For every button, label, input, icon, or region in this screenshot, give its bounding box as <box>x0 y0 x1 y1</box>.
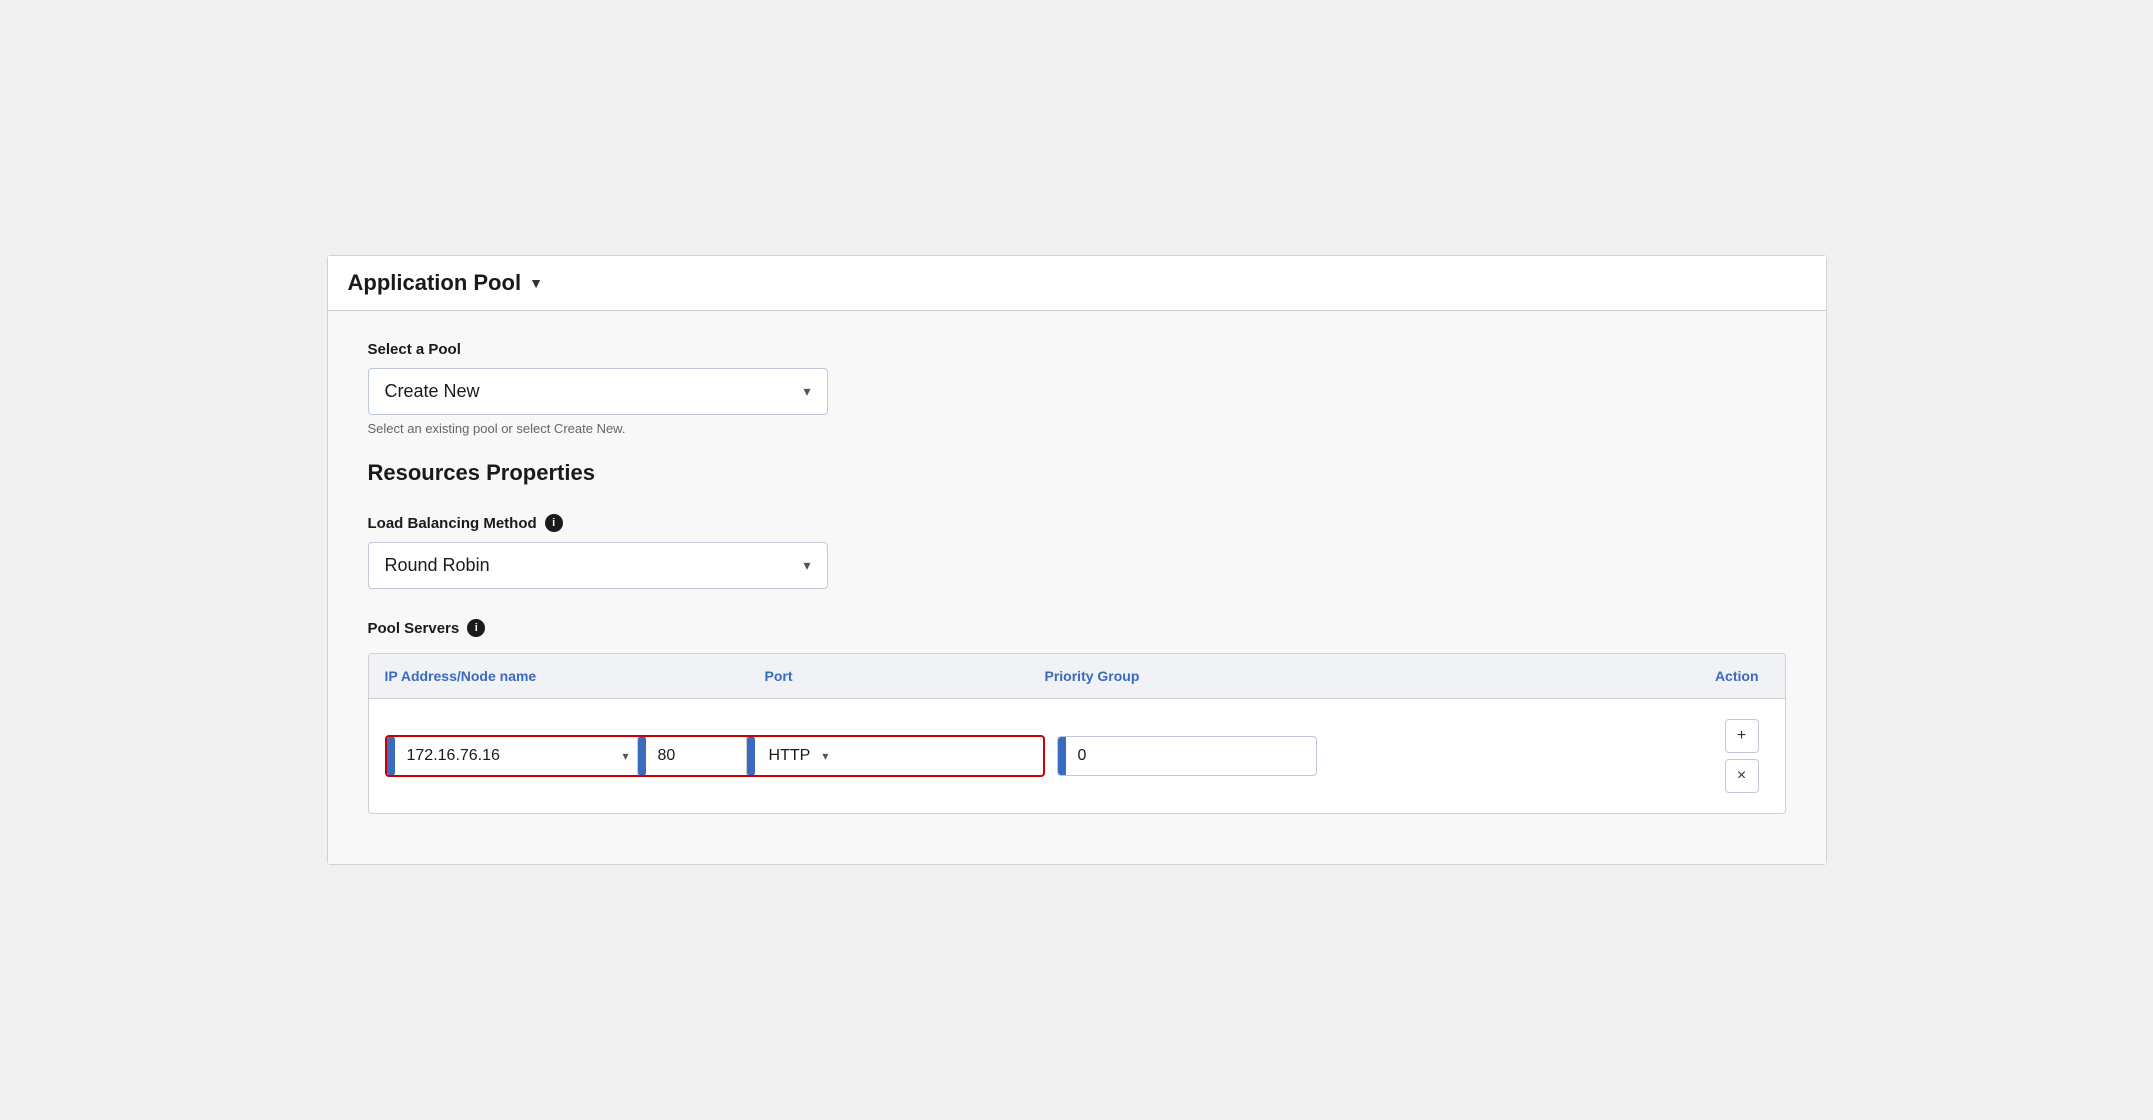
col-header-ip: IP Address/Node name <box>385 668 765 684</box>
pool-dropdown-chevron-icon: ▾ <box>803 383 810 400</box>
protocol-dropdown-arrow-icon[interactable]: ▾ <box>814 749 836 763</box>
load-balancing-dropdown[interactable]: Round Robin ▾ <box>368 542 828 589</box>
col-header-action: Action <box>1609 668 1769 684</box>
row-main-highlighted: ▾ HTTP <box>385 735 1045 777</box>
pool-helper-text: Select an existing pool or select Create… <box>368 421 1786 436</box>
port-input[interactable] <box>646 739 746 773</box>
table-body: ▾ HTTP <box>369 699 1785 813</box>
port-cell <box>638 737 747 775</box>
load-balancing-label: Load Balancing Method <box>368 515 537 532</box>
pool-servers-info-icon[interactable]: i <box>467 619 485 637</box>
ip-address-input[interactable] <box>395 739 615 773</box>
load-balancing-info-icon[interactable]: i <box>545 514 563 532</box>
pool-select-value: Create New <box>385 381 480 402</box>
add-row-button[interactable]: + <box>1725 719 1759 753</box>
ip-address-cell: ▾ <box>387 737 638 775</box>
load-balancing-chevron-icon: ▾ <box>803 557 810 574</box>
protocol-value: HTTP <box>765 739 815 773</box>
protocol-select-wrapper: HTTP ▾ <box>755 739 847 773</box>
pool-select-dropdown[interactable]: Create New ▾ <box>368 368 828 415</box>
load-balancing-section: Load Balancing Method i Round Robin ▾ <box>368 514 1786 589</box>
ip-dropdown-arrow-icon[interactable]: ▾ <box>615 749 637 763</box>
pool-servers-label-row: Pool Servers i <box>368 619 1786 637</box>
col-header-port: Port <box>765 668 1045 684</box>
panel-header: Application Pool ▼ <box>328 256 1826 311</box>
load-balancing-value: Round Robin <box>385 555 490 576</box>
panel-content: Select a Pool Create New ▾ Select an exi… <box>328 311 1826 864</box>
table-header: IP Address/Node name Port Priority Group… <box>369 654 1785 699</box>
select-pool-section: Select a Pool Create New ▾ Select an exi… <box>368 341 1786 436</box>
remove-row-button[interactable]: × <box>1725 759 1759 793</box>
pool-servers-label: Pool Servers <box>368 620 460 637</box>
priority-input-wrapper <box>1057 736 1317 776</box>
resources-properties-heading: Resources Properties <box>368 460 1786 486</box>
table-row: ▾ HTTP <box>385 711 1769 801</box>
load-balancing-label-row: Load Balancing Method i <box>368 514 1786 532</box>
select-pool-label: Select a Pool <box>368 341 1786 358</box>
priority-group-input[interactable] <box>1066 739 1296 773</box>
port-drag-handle <box>638 737 646 775</box>
pool-servers-section: Pool Servers i IP Address/Node name Port… <box>368 619 1786 814</box>
protocol-drag-handle <box>747 737 755 775</box>
action-cell: + × <box>1609 719 1769 793</box>
col-header-priority: Priority Group <box>1045 668 1609 684</box>
pool-servers-table: IP Address/Node name Port Priority Group… <box>368 653 1786 814</box>
priority-drag-handle <box>1058 737 1066 775</box>
header-chevron-icon[interactable]: ▼ <box>529 275 543 291</box>
protocol-cell: HTTP ▾ <box>747 737 847 775</box>
page-title: Application Pool <box>348 270 522 296</box>
application-pool-panel: Application Pool ▼ Select a Pool Create … <box>327 255 1827 865</box>
priority-group-cell <box>1057 736 1609 776</box>
ip-drag-handle <box>387 737 395 775</box>
